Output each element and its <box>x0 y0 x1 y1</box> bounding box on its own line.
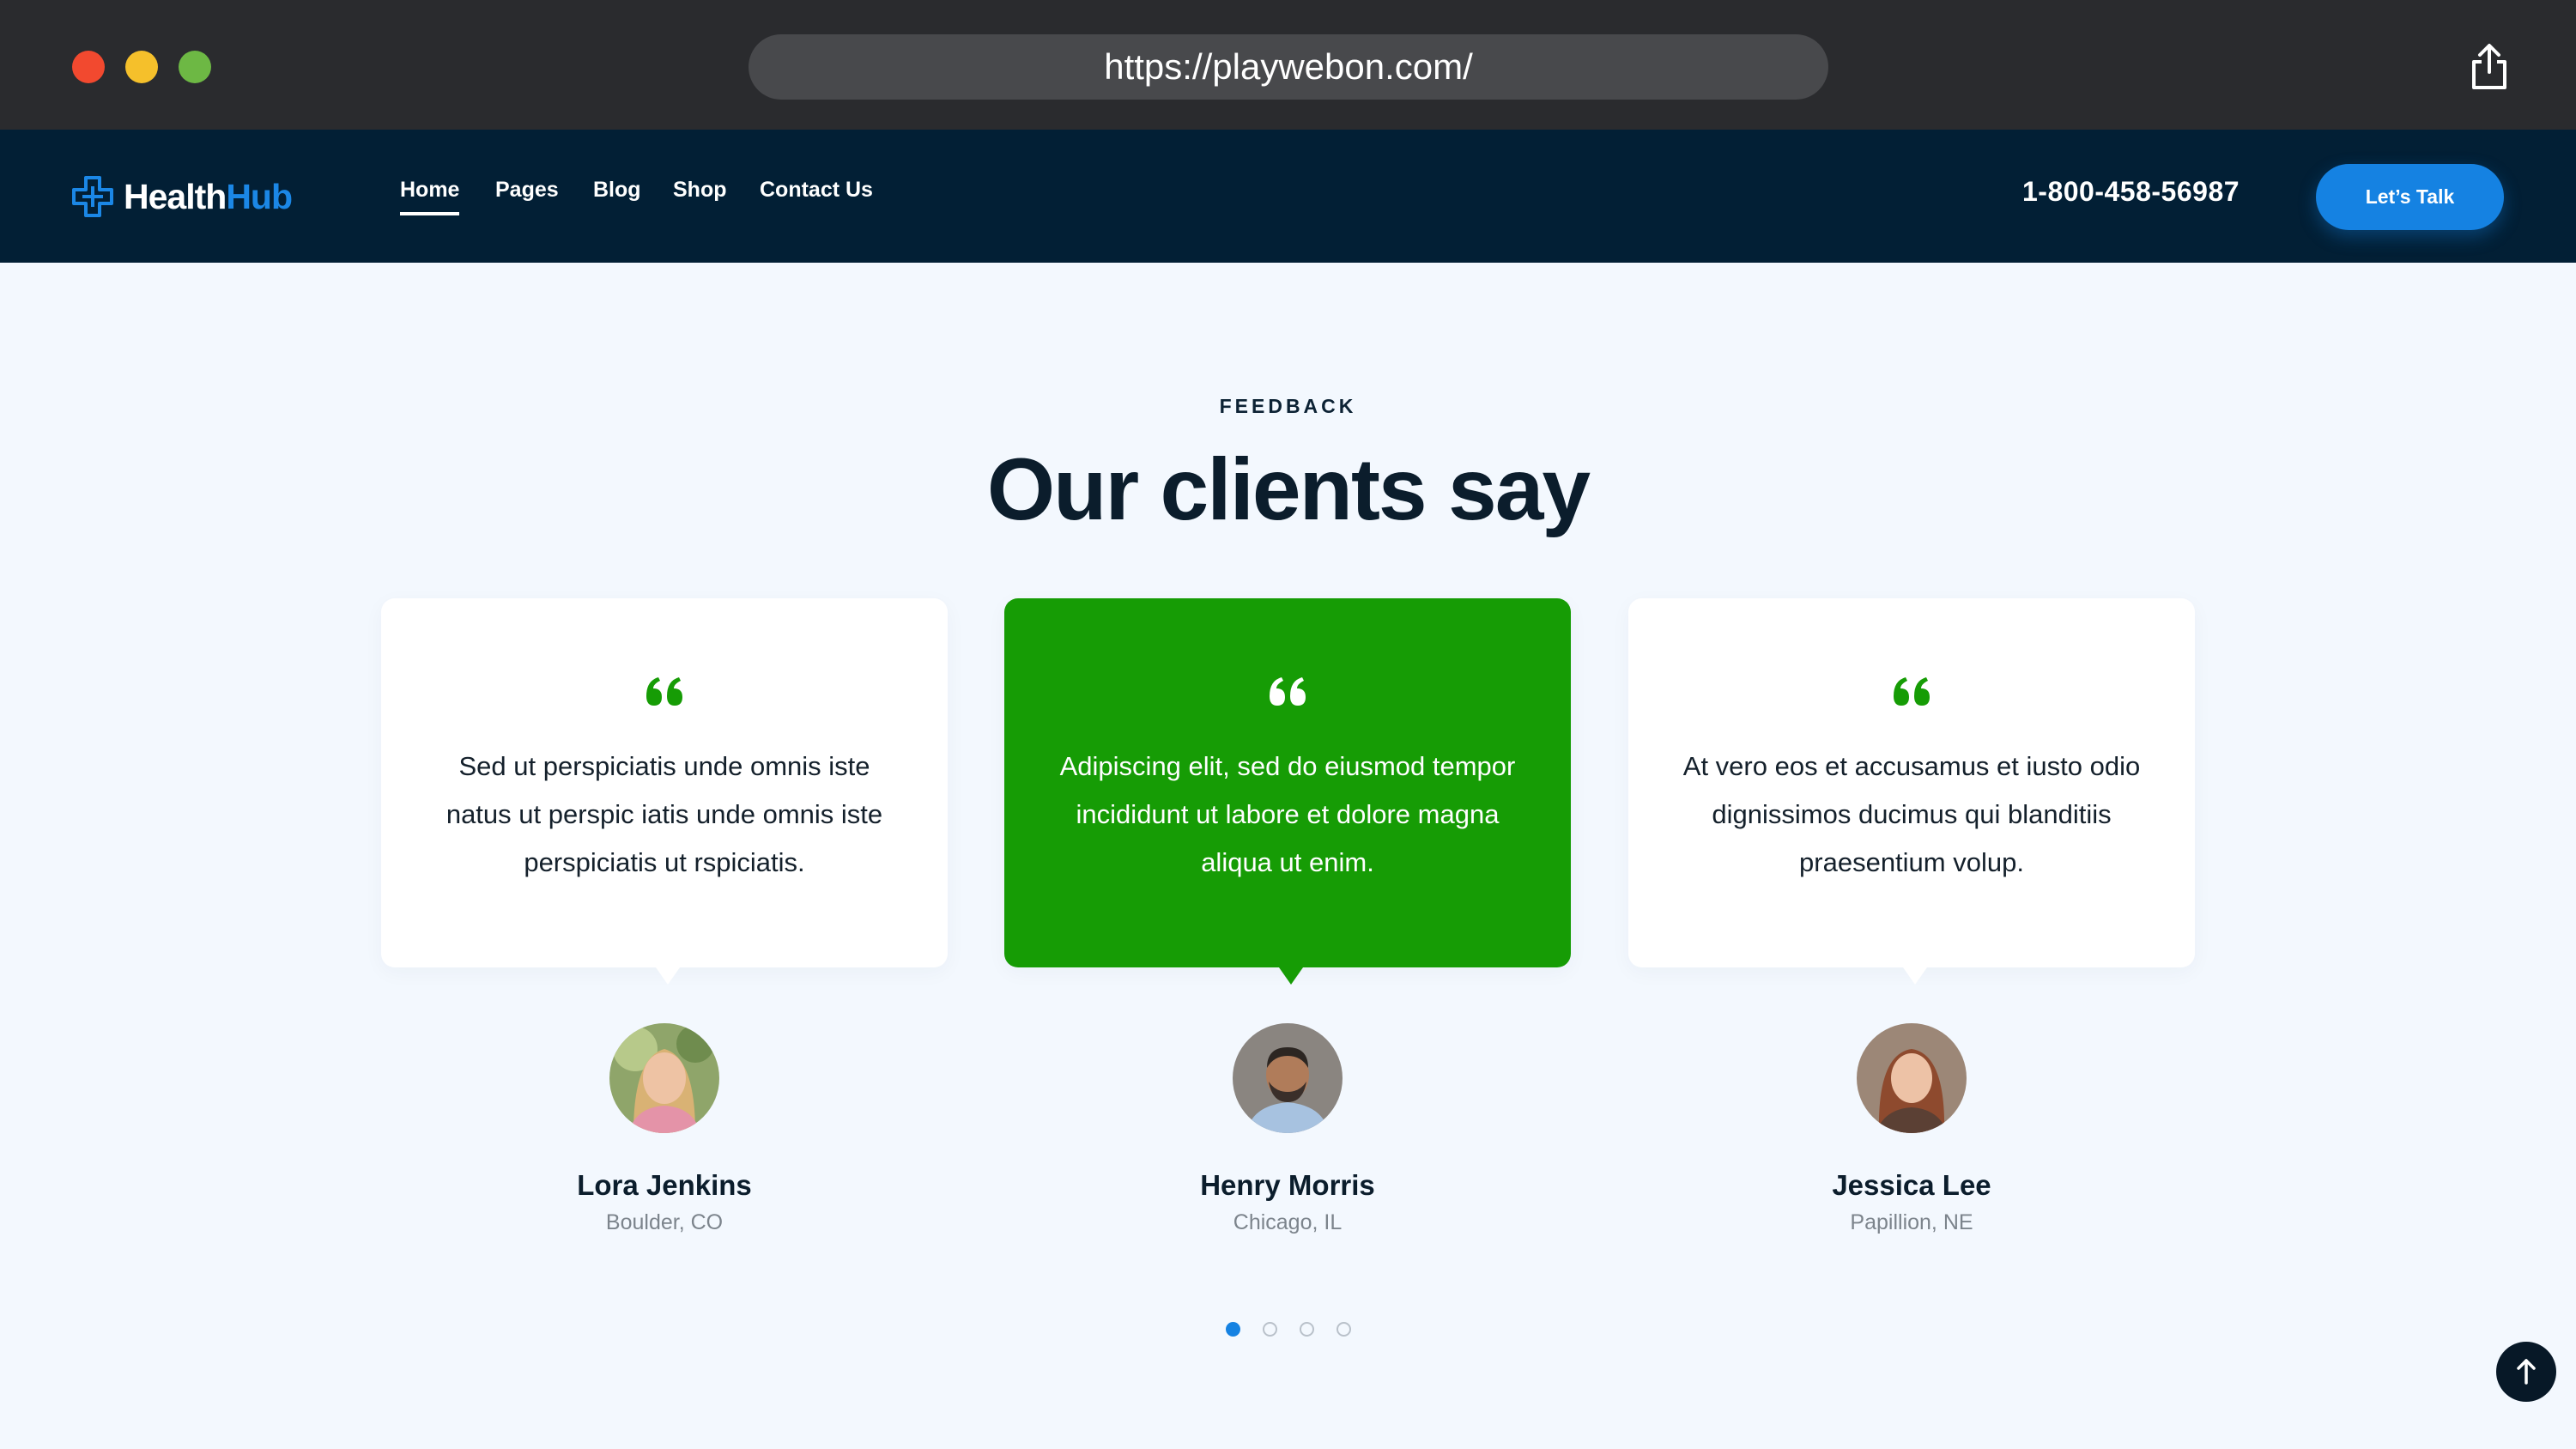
quote-icon <box>1894 677 1930 706</box>
pagination-dot[interactable] <box>1263 1322 1277 1337</box>
avatar <box>1233 1023 1343 1133</box>
close-window-button[interactable] <box>72 51 105 83</box>
testimonial-quote: At vero eos et accusamus et iusto odio d… <box>1682 751 2141 877</box>
card-pointer <box>656 967 680 985</box>
client-name: Henry Morris <box>1200 1169 1375 1201</box>
testimonial-quote: Adipiscing elit, sed do eiusmod tempor i… <box>1059 751 1516 877</box>
card-pointer <box>1903 967 1927 985</box>
client-location: Chicago, IL <box>1233 1210 1343 1234</box>
nav-shop[interactable]: Shop <box>673 178 727 203</box>
avatar <box>609 1023 719 1133</box>
share-icon[interactable] <box>2467 43 2512 91</box>
client-location: Boulder, CO <box>605 1210 724 1234</box>
nav-contact-us[interactable]: Contact Us <box>760 178 873 203</box>
healthhub-logo[interactable]: HealthHub <box>72 175 293 218</box>
medical-cross-icon <box>72 176 113 217</box>
avatar <box>1857 1023 1967 1133</box>
minimize-window-button[interactable] <box>125 51 158 83</box>
logo-text: HealthHub <box>124 176 293 217</box>
browser-chrome: https://playwebon.com/ <box>0 0 2576 130</box>
card-pointer <box>1279 967 1303 985</box>
testimonial-quote: Sed ut perspiciatis unde omnis iste natu… <box>445 751 883 877</box>
site-header: HealthHub Home Pages Blog Shop Contact U… <box>0 130 2576 263</box>
quote-icon <box>646 677 682 706</box>
client-info: Henry Morris Chicago, IL <box>1004 1023 1571 1235</box>
scroll-to-top-button[interactable] <box>2496 1342 2556 1402</box>
testimonial-card: Sed ut perspiciatis unde omnis iste natu… <box>381 598 948 985</box>
testimonial-card: At vero eos et accusamus et iusto odio d… <box>1628 598 2195 985</box>
lets-talk-button[interactable]: Let’s Talk <box>2316 164 2504 230</box>
testimonial-card-featured: Adipiscing elit, sed do eiusmod tempor i… <box>1004 598 1571 985</box>
nav-home[interactable]: Home <box>400 178 460 215</box>
nav-blog[interactable]: Blog <box>593 178 641 203</box>
logo-text-health: Health <box>124 176 227 216</box>
client-name: Lora Jenkins <box>577 1169 752 1201</box>
maximize-window-button[interactable] <box>179 51 211 83</box>
pagination-dot[interactable] <box>1336 1322 1351 1337</box>
client-location: Papillion, NE <box>1850 1210 1973 1234</box>
section-eyebrow: FEEDBACK <box>1219 395 1357 417</box>
client-info: Jessica Lee Papillion, NE <box>1628 1023 2195 1235</box>
arrow-up-icon <box>2517 1359 2536 1385</box>
logo-text-hub: Hub <box>226 176 293 216</box>
client-info: Lora Jenkins Boulder, CO <box>381 1023 948 1235</box>
phone-number[interactable]: 1-800-458-56987 <box>2022 176 2240 208</box>
nav-pages[interactable]: Pages <box>495 178 559 203</box>
quote-icon <box>1270 677 1306 706</box>
client-name: Jessica Lee <box>1832 1169 1991 1201</box>
pagination-dot[interactable] <box>1226 1322 1240 1337</box>
pagination-dot[interactable] <box>1300 1322 1314 1337</box>
address-bar[interactable]: https://playwebon.com/ <box>749 34 1828 100</box>
section-heading: Our clients say <box>986 440 1591 538</box>
